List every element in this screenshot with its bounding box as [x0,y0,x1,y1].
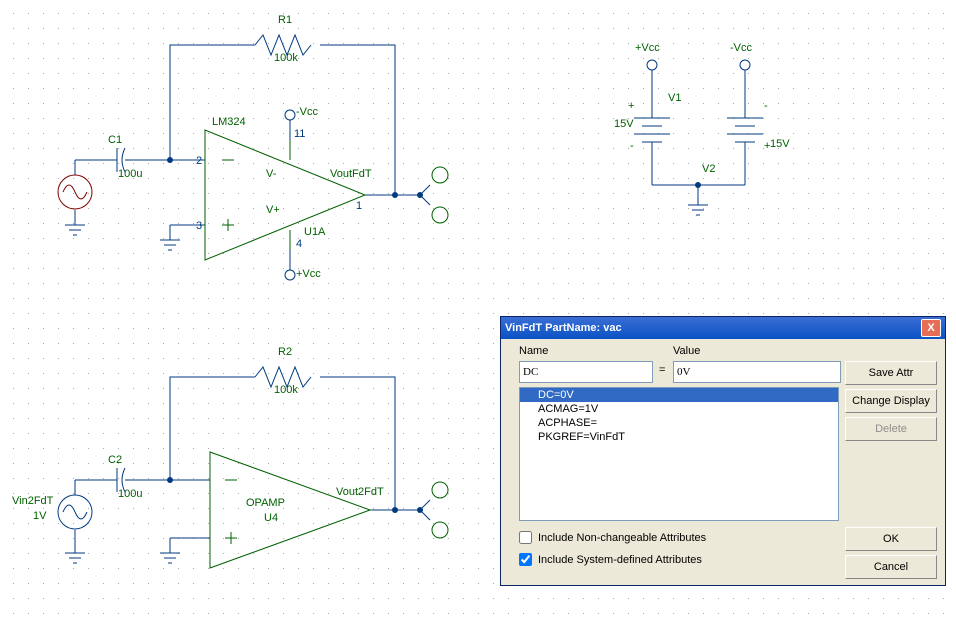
list-item[interactable]: ACPHASE= [520,416,838,430]
pin1: 1 [356,200,362,212]
change-display-button[interactable]: Change Display [845,389,937,413]
chk-systemdefined[interactable]: Include System-defined Attributes [519,553,702,566]
c2-name[interactable]: C2 [108,454,122,466]
u1-name[interactable]: LM324 [212,116,246,128]
v1-name[interactable]: V1 [668,92,681,104]
dialog-title: VinFdT PartName: vac [505,322,921,334]
pin11: 11 [294,128,305,140]
chk-nonchangeable-box[interactable] [519,531,532,544]
r2-value[interactable]: 100k [274,384,298,396]
value-label: Value [673,345,700,357]
vout1[interactable]: VoutFdT [330,168,372,180]
nvcc-sup: -Vcc [730,42,752,54]
delete-button: Delete [845,417,937,441]
list-item[interactable]: ACMAG=1V [520,402,838,416]
pvcc-sup: +Vcc [635,42,660,54]
save-attr-button[interactable]: Save Attr [845,361,937,385]
vm: V- [266,168,276,180]
c2-value[interactable]: 100u [118,488,142,500]
list-item[interactable]: DC=0V [520,388,838,402]
list-item[interactable]: PKGREF=VinFdT [520,430,838,444]
v2-p: + [764,140,770,152]
v1-val[interactable]: 15V [614,118,634,130]
c1-name[interactable]: C1 [108,134,122,146]
pin3: 3 [196,220,202,232]
v1-m: - [630,140,634,152]
equals-label: = [659,364,665,376]
attribute-dialog[interactable]: VinFdT PartName: vac X Name Value = DC=0… [500,316,946,586]
ok-button[interactable]: OK [845,527,937,551]
src2-name[interactable]: Vin2FdT [12,495,53,507]
c1-value[interactable]: 100u [118,168,142,180]
close-icon[interactable]: X [921,319,941,337]
v2-val[interactable]: 15V [770,138,790,150]
r2-name[interactable]: R2 [278,346,292,358]
value-field[interactable] [673,361,841,383]
name-label: Name [519,345,548,357]
v1-p: + [628,100,634,112]
u4-des[interactable]: U4 [264,512,278,524]
u4-name[interactable]: OPAMP [246,497,285,509]
vp: V+ [266,204,280,216]
dialog-titlebar[interactable]: VinFdT PartName: vac X [501,317,945,339]
attribute-list[interactable]: DC=0V ACMAG=1V ACPHASE= PKGREF=VinFdT [519,387,839,521]
cancel-button[interactable]: Cancel [845,555,937,579]
vout2[interactable]: Vout2FdT [336,486,384,498]
chk-nonchangeable[interactable]: Include Non-changeable Attributes [519,531,706,544]
u1a[interactable]: U1A [304,226,325,238]
v2-name[interactable]: V2 [702,163,715,175]
name-field[interactable] [519,361,653,383]
nvcc-label: -Vcc [296,106,318,118]
v2-m: - [764,100,768,112]
src2-val[interactable]: 1V [33,510,46,522]
r1-name[interactable]: R1 [278,14,292,26]
pin4: 4 [296,238,302,250]
r1-value[interactable]: 100k [274,52,298,64]
pin2: 2 [196,155,202,167]
pvcc-label: +Vcc [296,268,321,280]
chk-systemdefined-box[interactable] [519,553,532,566]
